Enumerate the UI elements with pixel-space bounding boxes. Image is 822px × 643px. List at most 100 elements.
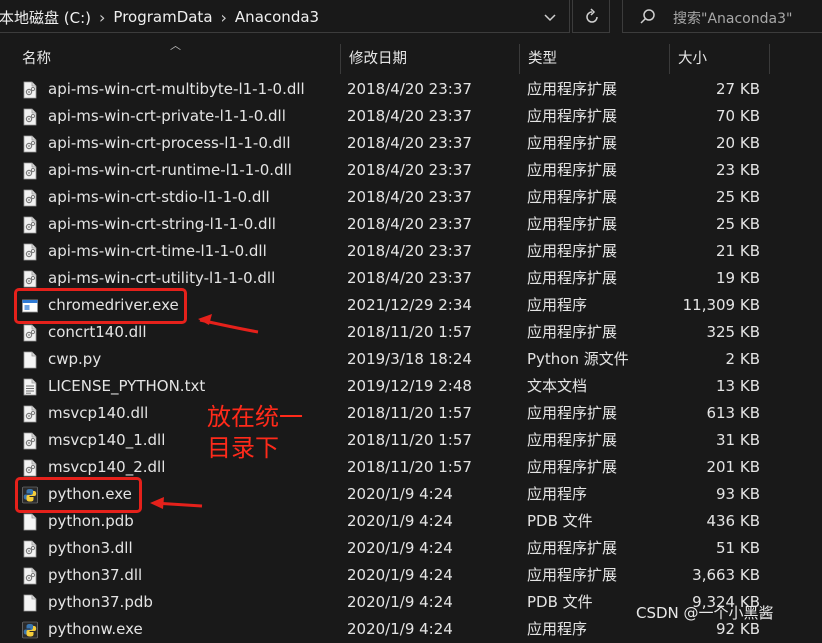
file-size: 3,663 KB bbox=[692, 566, 760, 584]
file-row[interactable]: api-ms-win-crt-stdio-l1-1-0.dll 2018/4/20… bbox=[0, 184, 822, 211]
file-date-modified: 2020/1/9 4:24 bbox=[347, 512, 453, 530]
file-list: api-ms-win-crt-multibyte-l1-1-0.dll 2018/… bbox=[0, 76, 822, 643]
column-header-date-label: 修改日期 bbox=[349, 51, 407, 67]
file-type: 应用程序扩展 bbox=[527, 566, 618, 584]
file-name[interactable]: pythonw.exe bbox=[48, 616, 143, 643]
file-row[interactable]: api-ms-win-crt-process-l1-1-0.dll 2018/4/… bbox=[0, 130, 822, 157]
dll-file-icon bbox=[22, 535, 42, 562]
column-header: 名称 修改日期 类型 大小 bbox=[0, 44, 822, 74]
dll-file-icon bbox=[22, 238, 42, 265]
file-row[interactable]: api-ms-win-crt-runtime-l1-1-0.dll 2018/4/… bbox=[0, 157, 822, 184]
chevron-right-icon[interactable]: › bbox=[99, 8, 105, 27]
file-name[interactable]: api-ms-win-crt-time-l1-1-0.dll bbox=[48, 238, 267, 265]
file-size: 27 KB bbox=[716, 80, 760, 98]
file-size: 70 KB bbox=[716, 107, 760, 125]
file-type: 文本文档 bbox=[527, 377, 588, 395]
file-name[interactable]: LICENSE_PYTHON.txt bbox=[48, 373, 205, 400]
file-type: 应用程序扩展 bbox=[527, 323, 618, 341]
breadcrumb-item-programdata[interactable]: ProgramData bbox=[113, 8, 212, 26]
file-date-modified: 2018/4/20 23:37 bbox=[347, 188, 472, 206]
red-arrow-icon bbox=[150, 497, 203, 509]
file-size: 11,309 KB bbox=[682, 296, 760, 314]
file-date-modified: 2018/4/20 23:37 bbox=[347, 242, 472, 260]
file-row[interactable]: api-ms-win-crt-multibyte-l1-1-0.dll 2018/… bbox=[0, 76, 822, 103]
file-size: 25 KB bbox=[716, 188, 760, 206]
annotation-note-line2: 目录下 bbox=[207, 434, 279, 462]
file-type: 应用程序扩展 bbox=[527, 80, 618, 98]
file-type: 应用程序扩展 bbox=[527, 215, 618, 233]
file-name[interactable]: python37.dll bbox=[48, 562, 142, 589]
file-date-modified: 2018/4/20 23:37 bbox=[347, 107, 472, 125]
watermark: CSDN @一个小黑酱 bbox=[636, 604, 774, 622]
file-name[interactable]: api-ms-win-crt-stdio-l1-1-0.dll bbox=[48, 184, 270, 211]
file-name[interactable]: python3.dll bbox=[48, 535, 133, 562]
file-size: 2 KB bbox=[725, 350, 760, 368]
column-header-type-label: 类型 bbox=[528, 51, 557, 67]
file-row[interactable]: python3.dll 2020/1/9 4:24 应用程序扩展 51 KB bbox=[0, 535, 822, 562]
file-name[interactable]: api-ms-win-crt-runtime-l1-1-0.dll bbox=[48, 157, 292, 184]
file-size: 23 KB bbox=[716, 161, 760, 179]
file-type: Python 源文件 bbox=[527, 350, 629, 368]
file-date-modified: 2020/1/9 4:24 bbox=[347, 566, 453, 584]
search-input[interactable]: 搜索"Anaconda3" bbox=[622, 0, 822, 33]
search-icon bbox=[640, 9, 655, 24]
file-size: 613 KB bbox=[706, 404, 760, 422]
file-row[interactable]: python37.dll 2020/1/9 4:24 应用程序扩展 3,663 KB bbox=[0, 562, 822, 589]
file-date-modified: 2020/1/9 4:24 bbox=[347, 539, 453, 557]
file-row[interactable]: LICENSE_PYTHON.txt 2019/12/19 2:48 文本文档 13 … bbox=[0, 373, 822, 400]
file-name[interactable]: api-ms-win-crt-multibyte-l1-1-0.dll bbox=[48, 76, 305, 103]
breadcrumb: 本地磁盘 (C:) › ProgramData › Anaconda3 bbox=[0, 7, 319, 27]
file-name[interactable]: api-ms-win-crt-string-l1-1-0.dll bbox=[48, 211, 276, 238]
refresh-icon bbox=[586, 8, 598, 23]
chevron-down-icon[interactable] bbox=[539, 7, 561, 27]
column-header-size-label: 大小 bbox=[678, 51, 707, 67]
refresh-button[interactable] bbox=[572, 0, 610, 33]
file-type: 应用程序 bbox=[527, 485, 588, 503]
file-name[interactable]: cwp.py bbox=[48, 346, 101, 373]
file-type: 应用程序扩展 bbox=[527, 431, 618, 449]
file-size: 31 KB bbox=[716, 431, 760, 449]
highlight-box-python bbox=[15, 477, 142, 513]
file-type: 应用程序扩展 bbox=[527, 134, 618, 152]
column-header-name[interactable]: 名称 bbox=[14, 44, 341, 74]
file-row[interactable]: api-ms-win-crt-private-l1-1-0.dll 2018/4/… bbox=[0, 103, 822, 130]
address-bar[interactable]: 本地磁盘 (C:) › ProgramData › Anaconda3 bbox=[0, 0, 570, 33]
file-size: 51 KB bbox=[716, 539, 760, 557]
file-type: PDB 文件 bbox=[527, 593, 593, 611]
file-row[interactable]: api-ms-win-crt-string-l1-1-0.dll 2018/4/2… bbox=[0, 211, 822, 238]
file-type: 应用程序扩展 bbox=[527, 539, 618, 557]
file-size: 13 KB bbox=[716, 377, 760, 395]
column-header-type[interactable]: 类型 bbox=[520, 44, 670, 74]
highlight-box-chromedriver bbox=[14, 288, 187, 324]
file-row[interactable]: cwp.py 2019/3/18 18:24 Python 源文件 2 KB bbox=[0, 346, 822, 373]
file-date-modified: 2020/1/9 4:24 bbox=[347, 485, 453, 503]
text-file-icon bbox=[22, 373, 42, 400]
file-size: 325 KB bbox=[706, 323, 760, 341]
file-row[interactable]: msvcp140.dll 2018/11/20 1:57 应用程序扩展 613 KB bbox=[0, 400, 822, 427]
file-date-modified: 2018/4/20 23:37 bbox=[347, 161, 472, 179]
file-name[interactable]: msvcp140.dll bbox=[48, 400, 148, 427]
file-date-modified: 2018/4/20 23:37 bbox=[347, 269, 472, 287]
file-type: 应用程序扩展 bbox=[527, 107, 618, 125]
file-name[interactable]: api-ms-win-crt-process-l1-1-0.dll bbox=[48, 130, 291, 157]
file-type: 应用程序扩展 bbox=[527, 188, 618, 206]
chevron-right-icon[interactable]: › bbox=[221, 8, 227, 27]
breadcrumb-item-anaconda3[interactable]: Anaconda3 bbox=[235, 8, 319, 26]
file-date-modified: 2021/12/29 2:34 bbox=[347, 296, 472, 314]
column-header-date[interactable]: 修改日期 bbox=[341, 44, 520, 74]
breadcrumb-item-drive[interactable]: 本地磁盘 (C:) bbox=[0, 7, 91, 28]
dll-file-icon bbox=[22, 76, 42, 103]
dll-file-icon bbox=[22, 400, 42, 427]
file-type: 应用程序 bbox=[527, 296, 588, 314]
file-row[interactable]: api-ms-win-crt-time-l1-1-0.dll 2018/4/20 … bbox=[0, 238, 822, 265]
column-header-size[interactable]: 大小 bbox=[670, 44, 770, 74]
python-logo-icon bbox=[22, 616, 42, 643]
file-name[interactable]: msvcp140_1.dll bbox=[48, 427, 165, 454]
file-size: 19 KB bbox=[716, 269, 760, 287]
search-placeholder: 搜索"Anaconda3" bbox=[673, 11, 793, 27]
file-date-modified: 2019/12/19 2:48 bbox=[347, 377, 472, 395]
file-name[interactable]: api-ms-win-crt-private-l1-1-0.dll bbox=[48, 103, 286, 130]
file-size: 20 KB bbox=[716, 134, 760, 152]
file-name[interactable]: python37.pdb bbox=[48, 589, 153, 616]
file-row[interactable]: msvcp140_1.dll 2018/11/20 1:57 应用程序扩展 31 KB bbox=[0, 427, 822, 454]
